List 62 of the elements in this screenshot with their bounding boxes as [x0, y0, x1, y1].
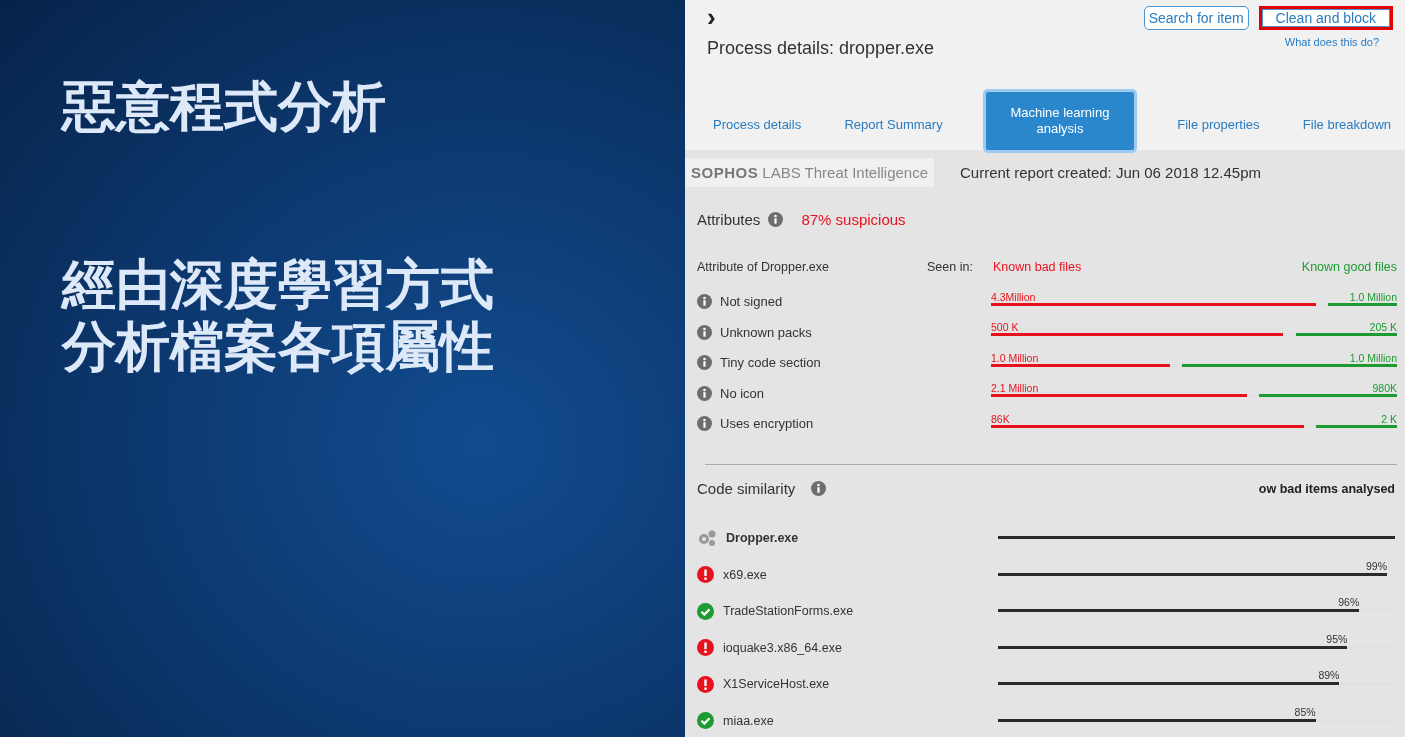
info-icon[interactable] [697, 324, 712, 340]
good-count: 1.0 Million [1349, 290, 1397, 303]
good-count: 980K [1372, 382, 1397, 394]
check-icon [697, 602, 714, 620]
info-icon[interactable] [697, 294, 712, 309]
report-date: Current report created: Jun 06 2018 12.45pm [960, 163, 1262, 181]
search-button[interactable]: Search for item [1143, 6, 1249, 30]
good-count: 2 K [1381, 412, 1397, 425]
info-icon[interactable] [697, 385, 712, 401]
page-title: Process details: dropper.exe [707, 38, 935, 59]
info-icon[interactable] [768, 211, 784, 227]
tab[interactable]: File properties [1177, 117, 1260, 150]
attribute-name: Uses encryption [720, 416, 814, 431]
section-title: Code similarity [697, 480, 796, 497]
file-name: miaa.exe [723, 713, 774, 728]
bad-count: 2.1 Million [991, 382, 1039, 394]
info-icon[interactable] [697, 416, 712, 431]
file-name: X1ServiceHost.exe [723, 677, 830, 691]
expand-icon[interactable]: › [707, 6, 935, 28]
slide-subtitle: 分析檔案各項屬性 [62, 316, 495, 378]
help-link[interactable]: What does this do? [1284, 36, 1379, 48]
similarity-percent: 99% [1366, 558, 1388, 573]
good-files-label: Known good files [1301, 260, 1397, 274]
file-name: TradeStationForms.exe [723, 604, 854, 618]
slide-subtitle: 經由深度學習方式 [62, 254, 495, 316]
tab[interactable]: Report Summary [844, 117, 943, 150]
slide-title: 惡意程式分析 [62, 74, 387, 140]
tab[interactable]: Machine learning analysis [985, 92, 1134, 150]
similarity-percent: 85% [1294, 704, 1316, 719]
seen-in-label: Seen in: [927, 260, 974, 274]
gear-icon [697, 529, 717, 547]
similarity-percent: 89% [1318, 668, 1340, 682]
column-label: Attribute of Dropper.exe [697, 260, 831, 274]
tab[interactable]: Process details [713, 117, 802, 150]
info-icon[interactable] [697, 355, 712, 370]
similarity-percent: 95% [1326, 631, 1348, 646]
section-title: Attributes [697, 210, 761, 228]
file-name: Dropper.exe [726, 531, 799, 545]
bad-count: 4.3Million [991, 290, 1036, 303]
brand-logo: SOPHOS LABS Threat Intelligence [685, 157, 934, 187]
clean-block-button[interactable]: Clean and block [1258, 6, 1393, 30]
attribute-name: No icon [720, 385, 765, 401]
info-icon[interactable] [811, 481, 827, 496]
column-heading: ow bad items analysed [1258, 481, 1395, 496]
bad-count: 500 K [991, 321, 1019, 333]
bad-count: 86K [991, 412, 1010, 425]
good-count: 1.0 Million [1349, 351, 1397, 364]
file-name: x69.exe [723, 567, 767, 582]
attribute-name: Tiny code section [720, 355, 821, 370]
verdict-text: 87% suspicious [801, 210, 906, 228]
similarity-percent: 96% [1338, 595, 1360, 609]
attribute-name: Unknown packs [720, 324, 812, 340]
check-icon [697, 712, 714, 729]
alert-icon [697, 675, 714, 693]
attribute-name: Not signed [720, 294, 783, 309]
tab[interactable]: File breakdown [1302, 117, 1391, 150]
alert-icon [697, 639, 714, 656]
alert-icon [697, 566, 714, 583]
bad-count: 1.0 Million [991, 351, 1039, 364]
bad-files-label: Known bad files [993, 260, 1083, 274]
good-count: 205 K [1369, 321, 1397, 333]
file-name: ioquake3.x86_64.exe [723, 640, 842, 655]
